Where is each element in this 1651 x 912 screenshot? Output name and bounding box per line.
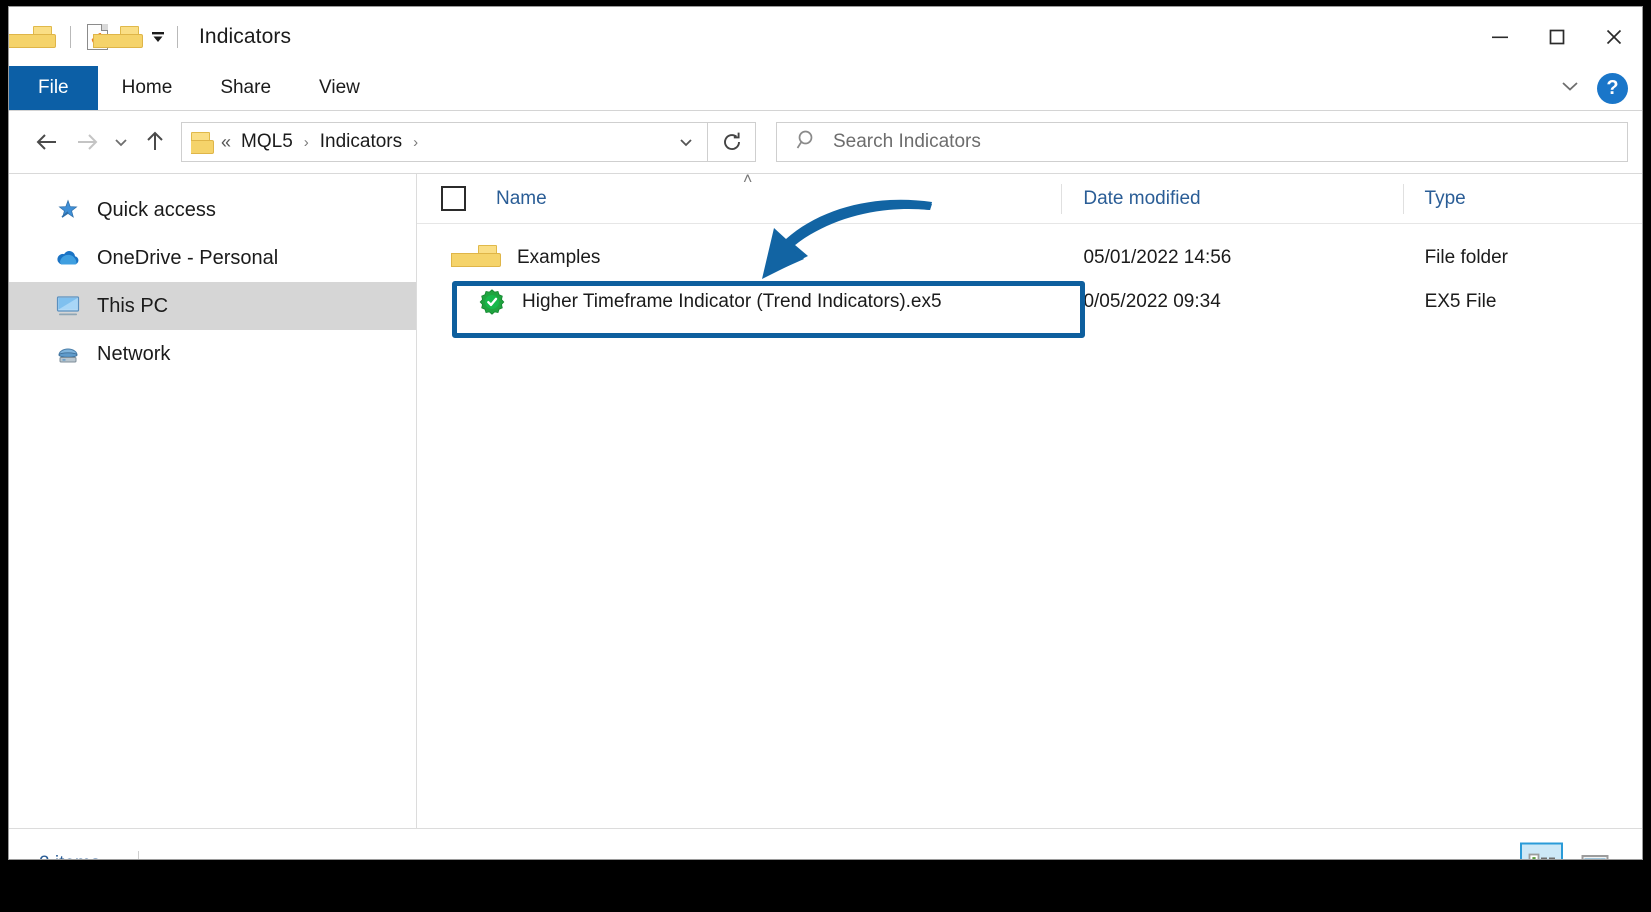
file-type-cell: File folder — [1403, 247, 1642, 269]
network-globe-icon — [55, 341, 81, 367]
column-header-date-modified[interactable]: Date modified — [1061, 174, 1402, 224]
ribbon-right-controls: ? — [1557, 66, 1628, 111]
search-placeholder-text: Search Indicators — [833, 131, 981, 153]
large-icons-view-button[interactable] — [1573, 843, 1616, 861]
up-button[interactable] — [135, 122, 175, 162]
ribbon-tab-bar: File Home Share View ? — [9, 66, 1642, 111]
new-folder-icon[interactable] — [114, 20, 148, 54]
tab-view[interactable]: View — [295, 66, 384, 110]
breadcrumb-item-mql5[interactable]: MQL5 — [237, 129, 297, 155]
breadcrumb-folder-icon — [191, 130, 214, 155]
breadcrumb-separator-1[interactable]: › — [297, 134, 316, 151]
customize-caret-icon[interactable] — [148, 20, 168, 54]
status-bar: 2 items — [9, 828, 1642, 860]
close-button[interactable] — [1585, 7, 1642, 66]
sidebar-item-label: This PC — [97, 295, 168, 318]
list-top-spacer — [417, 224, 1642, 236]
file-name-cell: Higher Timeframe Indicator (Trend Indica… — [417, 288, 1061, 316]
table-row[interactable]: Higher Timeframe Indicator (Trend Indica… — [417, 280, 1642, 324]
ribbon-collapse-chevron-icon[interactable] — [1557, 78, 1583, 99]
tab-home[interactable]: Home — [98, 66, 197, 110]
window-title: Indicators — [199, 25, 291, 49]
column-header-row: Name ˄ Date modified Type — [417, 174, 1642, 224]
sidebar-item-network[interactable]: Network — [9, 330, 416, 378]
cloud-icon — [55, 245, 81, 271]
breadcrumb-item-indicators[interactable]: Indicators — [316, 129, 406, 155]
screenshot-root: ✓ Indicators — [0, 0, 1651, 912]
folder-icon[interactable] — [27, 20, 61, 54]
view-mode-buttons — [1520, 843, 1616, 861]
column-header-name-label: Name — [496, 188, 547, 210]
breadcrumb: « MQL5 › Indicators › — [191, 129, 665, 155]
column-header-date-label: Date modified — [1083, 188, 1200, 210]
file-list-pane: Name ˄ Date modified Type — [417, 174, 1642, 828]
sidebar-item-onedrive[interactable]: OneDrive - Personal — [9, 234, 416, 282]
file-name-cell: Examples — [417, 243, 1061, 274]
qat-divider-2 — [177, 26, 178, 48]
refresh-button[interactable] — [708, 122, 756, 162]
folder-icon — [478, 243, 501, 274]
recent-locations-caret-icon[interactable] — [107, 122, 135, 162]
breadcrumb-separator-2[interactable]: › — [406, 134, 425, 151]
table-row[interactable]: Examples 05/01/2022 14:56 File folder — [417, 236, 1642, 280]
sidebar-item-this-pc[interactable]: This PC — [9, 282, 416, 330]
address-dropdown-caret-icon[interactable] — [665, 123, 707, 161]
item-count-label: 2 items — [39, 853, 100, 860]
breadcrumb-overflow-icon[interactable]: « — [221, 132, 231, 153]
qat-divider-1 — [70, 26, 71, 48]
explorer-body: Quick access OneDrive - Personal — [9, 173, 1642, 828]
forward-button[interactable] — [67, 122, 107, 162]
details-view-button[interactable] — [1520, 843, 1563, 861]
file-date-cell: 0/05/2022 09:34 — [1061, 291, 1402, 313]
column-header-type-label: Type — [1425, 188, 1466, 210]
tab-share[interactable]: Share — [196, 66, 295, 110]
sidebar-item-label: Quick access — [97, 199, 216, 222]
file-type-cell: EX5 File — [1403, 291, 1642, 313]
search-icon — [795, 128, 819, 157]
quick-access-toolbar: ✓ Indicators — [9, 7, 291, 66]
sidebar-item-label: Network — [97, 343, 170, 366]
sidebar-item-label: OneDrive - Personal — [97, 247, 278, 270]
file-date-cell: 05/01/2022 14:56 — [1061, 247, 1402, 269]
window-controls — [1471, 7, 1642, 66]
sort-ascending-icon: ˄ — [743, 174, 752, 188]
title-bar: ✓ Indicators — [9, 7, 1642, 66]
file-name-text: Examples — [517, 247, 600, 269]
navigation-pane: Quick access OneDrive - Personal — [9, 174, 417, 828]
monitor-icon — [55, 293, 81, 319]
help-button[interactable]: ? — [1597, 73, 1628, 104]
column-header-type[interactable]: Type — [1403, 174, 1642, 224]
back-button[interactable] — [27, 122, 67, 162]
file-name-text: Higher Timeframe Indicator (Trend Indica… — [522, 291, 942, 313]
minimize-button[interactable] — [1471, 7, 1528, 66]
maximize-button[interactable] — [1528, 7, 1585, 66]
pin-star-icon — [55, 197, 81, 223]
status-divider — [138, 851, 139, 860]
sidebar-item-quick-access[interactable]: Quick access — [9, 186, 416, 234]
search-input[interactable]: Search Indicators — [776, 122, 1628, 162]
ex5-gear-icon — [478, 288, 506, 316]
select-all-checkbox[interactable] — [441, 186, 466, 211]
address-bar[interactable]: « MQL5 › Indicators › — [181, 122, 708, 162]
tab-file[interactable]: File — [9, 66, 98, 110]
column-header-name[interactable]: Name ˄ — [417, 174, 1061, 224]
file-explorer-window: ✓ Indicators — [8, 6, 1643, 860]
navigation-bar: « MQL5 › Indicators › — [9, 111, 1642, 173]
